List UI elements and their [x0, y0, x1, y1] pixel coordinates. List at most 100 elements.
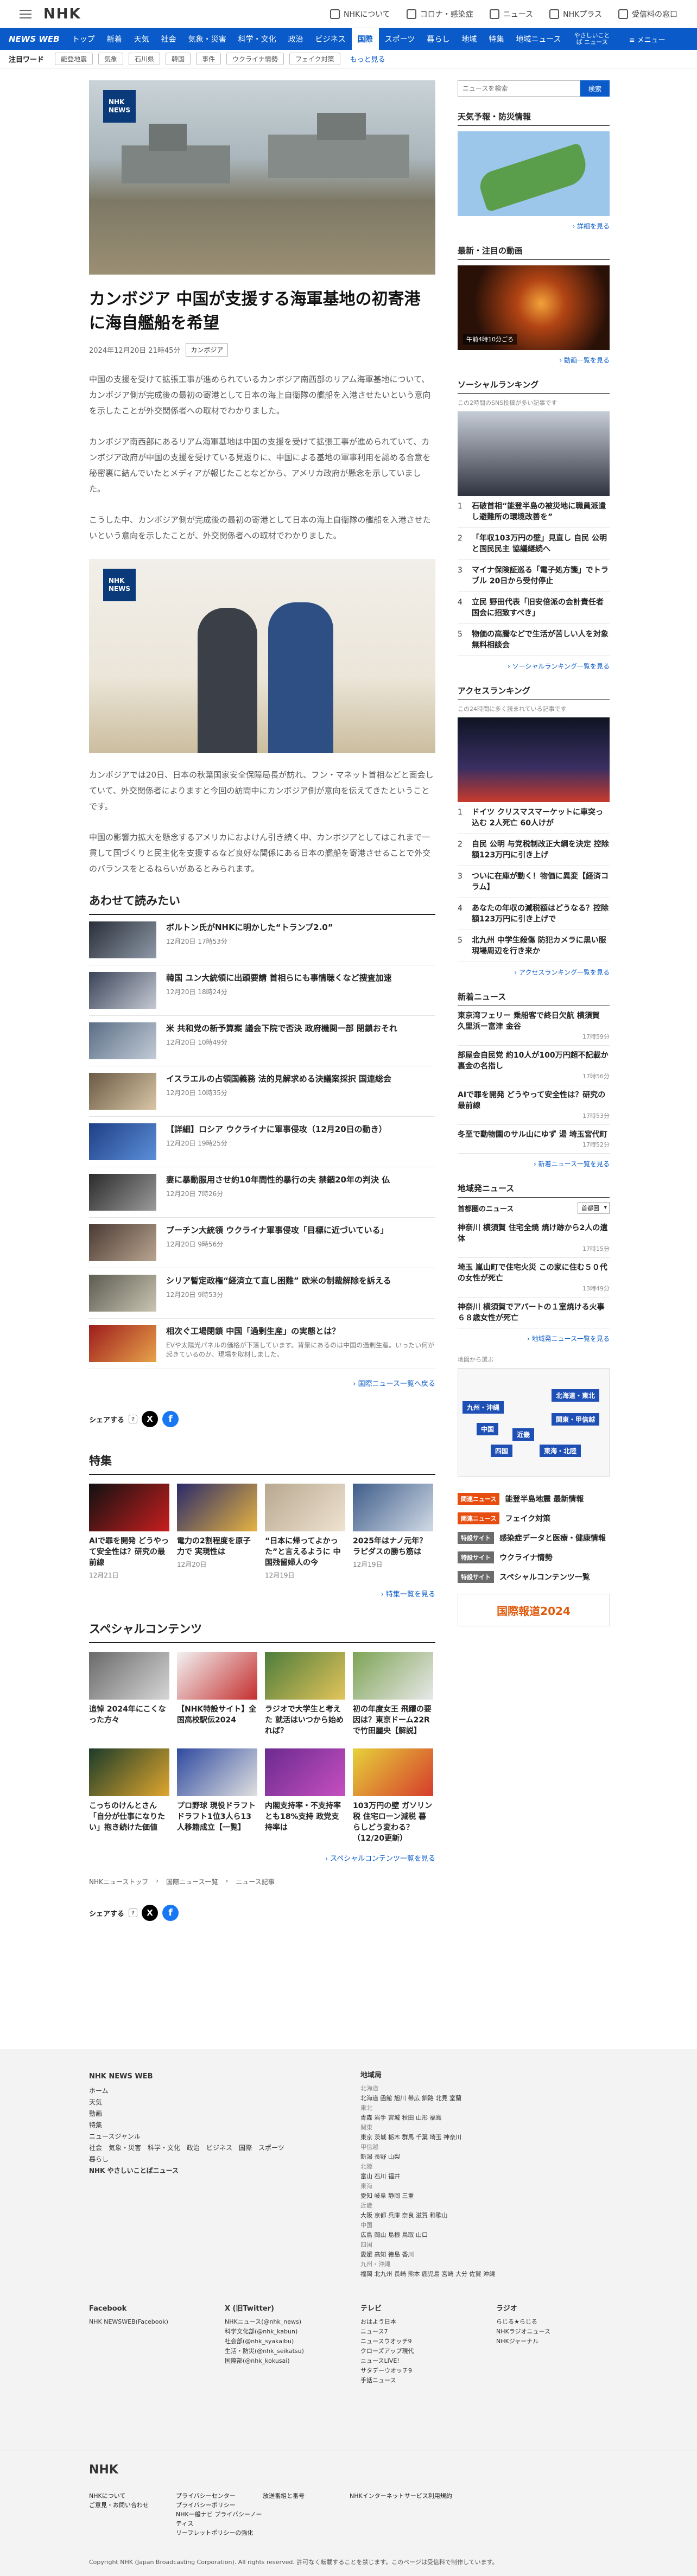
region-button[interactable]: 北海道・東北 — [552, 1389, 600, 1402]
footer-link[interactable]: 社会部(@nhk_syakaibu) — [225, 2337, 344, 2346]
regional-select[interactable]: 首都圏 ▾ — [578, 1202, 610, 1214]
footer-link[interactable]: 科学文化部(@nhk_kabun) — [225, 2327, 344, 2337]
facebook-share-icon[interactable]: f — [162, 1905, 179, 1921]
service-about[interactable]: NHKについて — [330, 9, 390, 20]
footer-link[interactable]: サタデーウオッチ9 — [360, 2366, 480, 2376]
nav-region[interactable]: 地域 — [455, 28, 483, 50]
related-item[interactable]: 【詳細】ロシア ウクライナに軍事侵攻（12月20日の動き） 12月20日 19時2… — [89, 1117, 435, 1167]
share-popup-icon[interactable]: ? — [129, 1415, 138, 1423]
footer-link[interactable]: 暮らし — [89, 2154, 339, 2165]
footer-link[interactable]: ホーム — [89, 2085, 339, 2097]
region-button[interactable]: 関東・甲信越 — [552, 1413, 600, 1426]
nav-international[interactable]: 国際 — [351, 28, 379, 50]
service-plus[interactable]: NHKプラス — [549, 9, 602, 20]
footer-link[interactable]: NHK NEWSWEB(Facebook) — [89, 2317, 208, 2327]
video-more[interactable]: › 動画一覧を見る — [458, 355, 610, 365]
footer-nhk-logo[interactable]: NHK — [89, 2463, 118, 2477]
search-input[interactable] — [458, 80, 580, 97]
share-popup-icon[interactable]: ? — [129, 1909, 138, 1917]
service-corona[interactable]: コロナ・感染症 — [406, 9, 473, 20]
keyword-more[interactable]: もっと見る — [350, 54, 385, 64]
feature-card[interactable]: 2025年はナノ元年？ ラピダスの勝ち筋は 12月19日 — [353, 1484, 433, 1580]
newsweb-brand[interactable]: NEWS WEB — [9, 34, 60, 44]
new-arrivals-more[interactable]: › 新着ニュース一覧を見る — [458, 1159, 610, 1168]
social-ranking-more[interactable]: › ソーシャルランキング一覧を見る — [458, 662, 610, 671]
footer-link[interactable]: ニュース7 — [360, 2327, 480, 2337]
ranking-item[interactable]: 4 立民 野田代表「旧安倍派の会計責任者 国会に招致すべき」 — [458, 592, 610, 624]
pill-link[interactable]: 特設サイト スペシャルコンテンツ一覧 — [458, 1571, 610, 1583]
footer-link[interactable]: NHKラジオニュース — [496, 2327, 605, 2337]
keyword-tag[interactable]: 韓国 — [166, 53, 191, 65]
ranking-item[interactable]: 2 自民 公明 与党税制改正大綱を決定 控除額123万円に引き上げ — [458, 834, 610, 866]
access-ranking-thumb[interactable] — [458, 717, 610, 802]
footer-link[interactable]: ニュースジャンル — [89, 2131, 339, 2142]
keyword-tag[interactable]: 気象 — [98, 53, 124, 65]
nhk-logo[interactable]: NHK — [43, 6, 81, 22]
x-share-icon[interactable]: X — [142, 1905, 159, 1921]
special-card[interactable]: ラジオで大学生と考えた 就活はいつから始めれば？ — [265, 1652, 345, 1737]
special-card[interactable]: 追悼 2024年にこくなった方々 — [89, 1652, 169, 1737]
nav-weather[interactable]: 天気 — [128, 28, 155, 50]
x-share-icon[interactable]: X — [142, 1411, 159, 1427]
new-arrival-item[interactable]: 東京湾フェリー 乗船客で終日欠航 横須賀 久里浜ー富津 金谷 17時59分 — [458, 1006, 610, 1046]
region-button[interactable]: 四国 — [491, 1445, 513, 1457]
weather-more[interactable]: › 詳細を見る — [458, 221, 610, 231]
footer-link[interactable]: ニュースLIVE! — [360, 2356, 480, 2366]
pill-link[interactable]: 関連ニュース フェイク対策 — [458, 1512, 610, 1524]
search-button[interactable]: 検索 — [580, 80, 610, 97]
related-item[interactable]: 妻に暴動服用させ約10年間性的暴行の夫 禁錮20年の判決 仏 12月20日 7時2… — [89, 1167, 435, 1218]
footer-link[interactable]: NHKについて — [89, 2491, 176, 2501]
related-item[interactable]: プーチン大統領 ウクライナ軍事侵攻「目標に近づいている」 12月20日 9時56分 — [89, 1218, 435, 1268]
pill-link[interactable]: 特設サイト 感染症データと医療・健康情報 — [458, 1532, 610, 1544]
nav-disaster[interactable]: 気象・災害 — [182, 28, 232, 50]
footer-link[interactable]: 手話ニュース — [360, 2376, 480, 2386]
nav-sports[interactable]: スポーツ — [379, 28, 421, 50]
nav-feature[interactable]: 特集 — [483, 28, 510, 50]
breadcrumb-item[interactable]: 国際ニュース一覧 — [166, 1877, 218, 1886]
ranking-item[interactable]: 5 北九州 中学生殺傷 防犯カメラに黒い服 現場周辺を行き来か — [458, 930, 610, 962]
ranking-item[interactable]: 3 マイナ保険証巡る「電子処方箋」でトラブル 20日から受付停止 — [458, 560, 610, 592]
regional-item[interactable]: 埼玉 嵐山町で住宅火災 この家に住む５０代の女性が死亡 13時49分 — [458, 1258, 610, 1297]
footer-link[interactable]: 国際部(@nhk_kokusai) — [225, 2356, 344, 2366]
region-button[interactable]: 近畿 — [512, 1428, 535, 1441]
footer-link[interactable]: らじる★らじる — [496, 2317, 605, 2327]
related-more-link[interactable]: › 国際ニュース一覧へ戻る — [89, 1378, 435, 1388]
footer-link[interactable]: 社会 気象・災害 科学・文化 政治 ビジネス 国際 スポーツ — [89, 2142, 339, 2154]
special-card[interactable]: 【NHK特設サイト】全国高校駅伝2024 — [177, 1652, 257, 1737]
keyword-tag[interactable]: ウクライナ情勢 — [226, 53, 284, 65]
nav-menu[interactable]: ≡ メニュー — [629, 34, 666, 44]
special-card[interactable]: 内閣支持率・不支持率とも18%支持 政党支持率は — [265, 1748, 345, 1844]
new-arrival-item[interactable]: 冬至で動物園のサル山にゆず 湯 埼玉宮代町 17時52分 — [458, 1125, 610, 1154]
ranking-item[interactable]: 1 ドイツ クリスマスマーケットに車突っ込む 2人死亡 60人けが — [458, 802, 610, 834]
footer-link[interactable]: NHK一般ナビ プライバシーノーティス — [176, 2510, 263, 2528]
footer-link[interactable]: ご意見・お問い合わせ — [89, 2501, 176, 2510]
related-item[interactable]: シリア暫定政権“経済立て直し困難” 欧米の制裁解除を訴える 12月20日 9時53… — [89, 1268, 435, 1319]
keyword-tag[interactable]: 石川県 — [129, 53, 161, 65]
special-more-link[interactable]: › スペシャルコンテンツ一覧を見る — [89, 1853, 435, 1863]
breadcrumb-item[interactable]: NHKニューストップ — [89, 1877, 148, 1886]
service-fee[interactable]: 受信料の窓口 — [618, 9, 677, 20]
nav-top[interactable]: トップ — [66, 28, 101, 50]
nav-politics[interactable]: 政治 — [282, 28, 309, 50]
video-thumb[interactable]: 午前4時10分ごろ — [458, 265, 610, 350]
footer-link[interactable]: NHKニュース(@nhk_news) — [225, 2317, 344, 2327]
region-button[interactable]: 東海・北陸 — [540, 1445, 581, 1457]
facebook-share-icon[interactable]: f — [162, 1411, 179, 1427]
nav-regional-news[interactable]: 地域ニュース — [510, 28, 567, 50]
feature-card[interactable]: AIで罪を開発 どうやって安全性は？研究の最前線 12月21日 — [89, 1484, 169, 1580]
related-item[interactable]: 韓国 ユン大統領に出頭要請 首相らにも事情聴くなど捜査加速 12月20日 18時2… — [89, 965, 435, 1016]
footer-link[interactable]: NHKインターネットサービス利用規約 — [350, 2491, 610, 2501]
ranking-item[interactable]: 5 物価の高騰などで生活が苦しい人を対象 無料相談会 — [458, 624, 610, 656]
ranking-item[interactable]: 1 石破首相“能登半島の被災地に職員派遣し避難所の環境改善を” — [458, 496, 610, 528]
ranking-item[interactable]: 3 ついに在庫が動く！物価に異変【経済コラム】 — [458, 866, 610, 898]
new-arrival-item[interactable]: AIで罪を開発 どうやって安全性は？研究の最前線 17時53分 — [458, 1085, 610, 1125]
nav-society[interactable]: 社会 — [155, 28, 182, 50]
regional-item[interactable]: 神奈川 横須賀 住宅全焼 焼け跡から2人の遺体 17時15分 — [458, 1218, 610, 1258]
nav-life[interactable]: 暮らし — [421, 28, 455, 50]
weather-map[interactable] — [458, 131, 610, 216]
special-card[interactable]: プロ野球 現役ドラフト ドラフト1位3人ら13人移籍成立【一覧】 — [177, 1748, 257, 1844]
nav-business[interactable]: ビジネス — [309, 28, 352, 50]
footer-link[interactable]: クローズアップ現代 — [360, 2346, 480, 2356]
related-item[interactable]: ボルトン氏がNHKに明かした“トランプ2.0” 12月20日 17時53分 — [89, 915, 435, 965]
footer-link[interactable]: 生活・防災(@nhk_seikatsu) — [225, 2346, 344, 2356]
